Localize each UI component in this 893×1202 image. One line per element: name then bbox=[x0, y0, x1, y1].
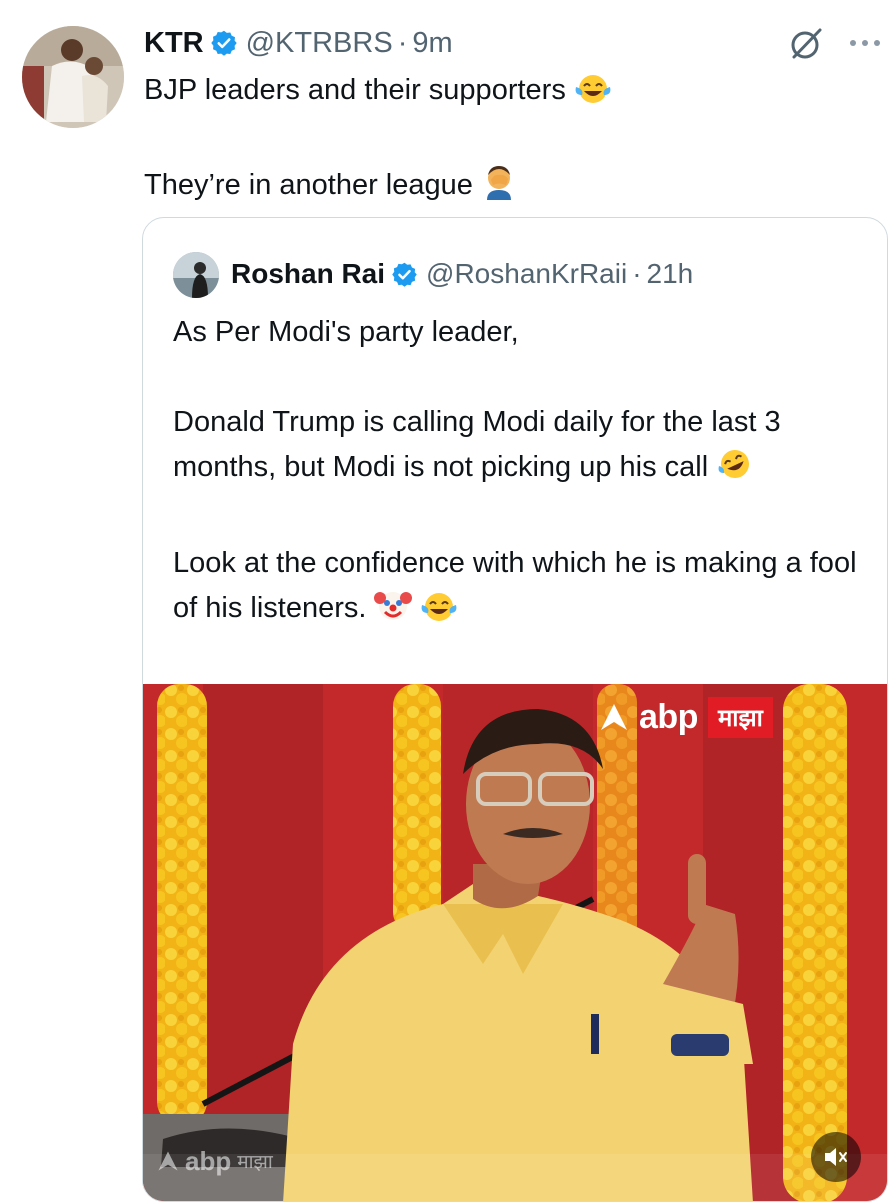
quoted-paragraph-text: Look at the confidence with which he is … bbox=[173, 547, 857, 624]
separator: · bbox=[397, 26, 408, 59]
man-facepalming-icon bbox=[481, 162, 517, 213]
quoted-tweet-card[interactable]: Roshan Rai @RoshanKrRaii · 21h As Per Mo… bbox=[142, 217, 888, 1202]
tweet-line: BJP leaders and their supporters bbox=[144, 68, 844, 118]
quoted-tweet-header: Roshan Rai @RoshanKrRaii · 21h bbox=[231, 254, 693, 294]
video-player[interactable]: abp माझा abp माझा bbox=[143, 684, 887, 1201]
tweet-text: BJP leaders and their supporters They’re… bbox=[144, 68, 844, 213]
tweet-line-text: They’re in another league bbox=[144, 169, 473, 201]
tweet-line: They’re in another league bbox=[144, 162, 844, 213]
face-with-tears-of-joy-icon bbox=[420, 589, 458, 637]
video-frame bbox=[143, 684, 887, 1201]
quoted-paragraph: Look at the confidence with which he is … bbox=[173, 541, 873, 637]
quoted-author-avatar[interactable] bbox=[173, 252, 219, 298]
watermark-abp: abp bbox=[185, 1145, 232, 1176]
abp-logo-icon bbox=[601, 704, 627, 730]
channel-logo-majha: माझा bbox=[707, 696, 773, 738]
channel-logo-abp: abp bbox=[639, 697, 698, 736]
tweet-line-text: BJP leaders and their supporters bbox=[144, 74, 566, 106]
author-avatar[interactable] bbox=[22, 26, 124, 128]
quoted-paragraph-text: Donald Trump is calling Modi daily for t… bbox=[173, 406, 781, 483]
quoted-paragraph: Donald Trump is calling Modi daily for t… bbox=[173, 400, 873, 496]
rolling-on-the-floor-laughing-icon bbox=[716, 446, 754, 496]
author-handle[interactable]: @KTRBRS bbox=[246, 27, 393, 60]
face-with-tears-of-joy-icon bbox=[574, 71, 612, 118]
verified-badge-icon bbox=[210, 29, 238, 57]
quoted-author-handle[interactable]: @RoshanKrRaii bbox=[426, 258, 627, 290]
author-name[interactable]: KTR bbox=[144, 27, 204, 60]
quoted-paragraph: As Per Modi's party leader, bbox=[173, 316, 519, 348]
channel-watermark: abp माझा bbox=[157, 1144, 273, 1178]
more-options-icon[interactable] bbox=[848, 30, 882, 56]
abp-logo-icon bbox=[158, 1151, 178, 1171]
watermark-majha: माझा bbox=[237, 1151, 273, 1173]
channel-logo: abp माझा bbox=[599, 694, 773, 740]
separator: · bbox=[632, 258, 642, 289]
verified-badge-icon bbox=[391, 261, 418, 288]
timestamp[interactable]: 9m bbox=[412, 27, 452, 60]
quoted-tweet-text: As Per Modi's party leader, Donald Trump… bbox=[173, 310, 873, 637]
volume-muted-icon[interactable] bbox=[811, 1132, 861, 1182]
tweet-header: KTR @KTRBRS · 9m bbox=[144, 24, 453, 62]
quoted-author-name[interactable]: Roshan Rai bbox=[231, 258, 385, 290]
quoted-timestamp[interactable]: 21h bbox=[647, 258, 694, 290]
clown-face-icon bbox=[374, 587, 413, 637]
grok-icon[interactable] bbox=[788, 26, 824, 62]
